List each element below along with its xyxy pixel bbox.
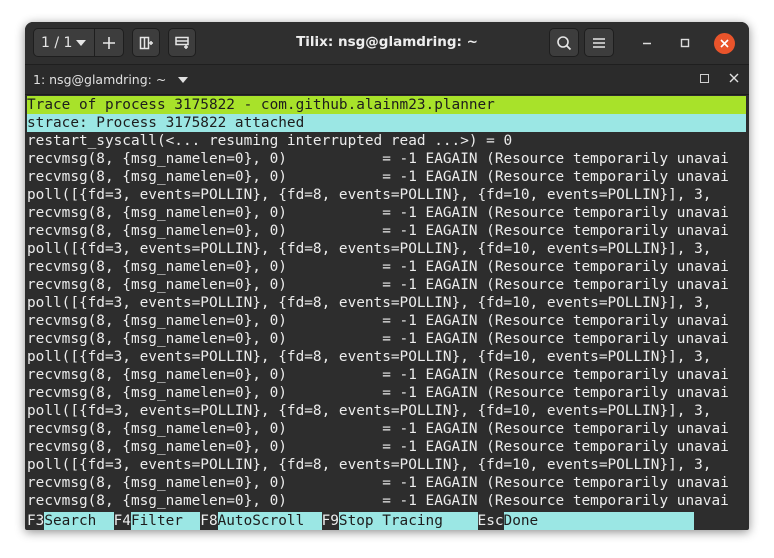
close-button[interactable]: [714, 33, 735, 54]
minimize-button[interactable]: [637, 33, 657, 53]
terminal-line: poll([{fd=3, events=POLLIN}, {fd=8, even…: [27, 187, 712, 203]
strace-lines: restart_syscall(<... resuming interrupte…: [27, 132, 746, 510]
maximize-icon: [680, 38, 690, 48]
terminal-line: recvmsg(8, {msg_namelen=0}, 0) = -1 EAGA…: [27, 493, 729, 509]
terminal-output[interactable]: Trace of process 3175822 - com.github.al…: [27, 96, 746, 530]
terminal-line: poll([{fd=3, events=POLLIN}, {fd=8, even…: [27, 295, 712, 311]
terminal-line: restart_syscall(<... resuming interrupte…: [27, 133, 513, 149]
terminal-maximize-button[interactable]: [697, 71, 711, 85]
close-icon: [729, 73, 739, 83]
terminal-line: recvmsg(8, {msg_namelen=0}, 0) = -1 EAGA…: [27, 385, 729, 401]
terminal-line: recvmsg(8, {msg_namelen=0}, 0) = -1 EAGA…: [27, 205, 729, 221]
minimize-icon: [643, 42, 651, 45]
terminal-line: recvmsg(8, {msg_namelen=0}, 0) = -1 EAGA…: [27, 331, 729, 347]
menu-button[interactable]: [584, 28, 614, 57]
fkey-autoscroll-button[interactable]: AutoScroll: [217, 512, 322, 530]
terminal-line: recvmsg(8, {msg_namelen=0}, 0) = -1 EAGA…: [27, 223, 729, 239]
terminal-tab-title[interactable]: 1: nsg@glamdring: ~: [33, 72, 166, 87]
terminal-close-button[interactable]: [726, 70, 742, 86]
fkey-filter-button[interactable]: Filter: [130, 512, 201, 530]
terminal-line: recvmsg(8, {msg_namelen=0}, 0) = -1 EAGA…: [27, 169, 729, 185]
fkey-stop-tracing-button[interactable]: Stop Tracing: [338, 512, 478, 530]
fkey-done-button[interactable]: Done: [503, 512, 695, 530]
search-button[interactable]: [549, 28, 579, 57]
hamburger-menu-icon: [593, 37, 605, 48]
fkey-search-button[interactable]: Search: [44, 512, 114, 530]
terminal-line: recvmsg(8, {msg_namelen=0}, 0) = -1 EAGA…: [27, 367, 729, 383]
terminal-tab-bar: 1: nsg@glamdring: ~: [25, 65, 749, 95]
terminal-line: poll([{fd=3, events=POLLIN}, {fd=8, even…: [27, 241, 712, 257]
terminal-line: recvmsg(8, {msg_namelen=0}, 0) = -1 EAGA…: [27, 151, 729, 167]
terminal-line: recvmsg(8, {msg_namelen=0}, 0) = -1 EAGA…: [27, 259, 729, 275]
maximize-button[interactable]: [675, 33, 695, 53]
chevron-down-icon[interactable]: [178, 77, 188, 83]
fkey-code: F8: [200, 513, 218, 529]
close-icon: [720, 39, 729, 48]
terminal-line: recvmsg(8, {msg_namelen=0}, 0) = -1 EAGA…: [27, 421, 729, 437]
terminal-line: poll([{fd=3, events=POLLIN}, {fd=8, even…: [27, 403, 712, 419]
fkey-code: F9: [321, 513, 339, 529]
terminal-line: poll([{fd=3, events=POLLIN}, {fd=8, even…: [27, 457, 712, 473]
maximize-icon: [699, 73, 709, 83]
fkey-code: F4: [113, 513, 131, 529]
terminal-line: poll([{fd=3, events=POLLIN}, {fd=8, even…: [27, 349, 712, 365]
terminal-line: recvmsg(8, {msg_namelen=0}, 0) = -1 EAGA…: [27, 439, 729, 455]
fkey-code: Esc: [477, 513, 504, 529]
terminal-line: recvmsg(8, {msg_namelen=0}, 0) = -1 EAGA…: [27, 475, 729, 491]
trace-header-line: Trace of process 3175822 - com.github.al…: [27, 96, 746, 114]
strace-attach-line: strace: Process 3175822 attached: [27, 114, 746, 132]
function-key-bar: F3 Search F4 Filter F8 AutoScroll F9 Stop Tr…: [27, 512, 746, 530]
tilix-window: 1 / 1 Tilix: nsg@glamdring: ~ 1: nsg@gla…: [25, 22, 749, 530]
terminal-line: recvmsg(8, {msg_namelen=0}, 0) = -1 EAGA…: [27, 313, 729, 329]
terminal-line: recvmsg(8, {msg_namelen=0}, 0) = -1 EAGA…: [27, 277, 729, 293]
fkey-code: F3: [27, 513, 45, 529]
title-bar: 1 / 1 Tilix: nsg@glamdring: ~: [25, 22, 749, 65]
search-icon: [557, 35, 572, 50]
